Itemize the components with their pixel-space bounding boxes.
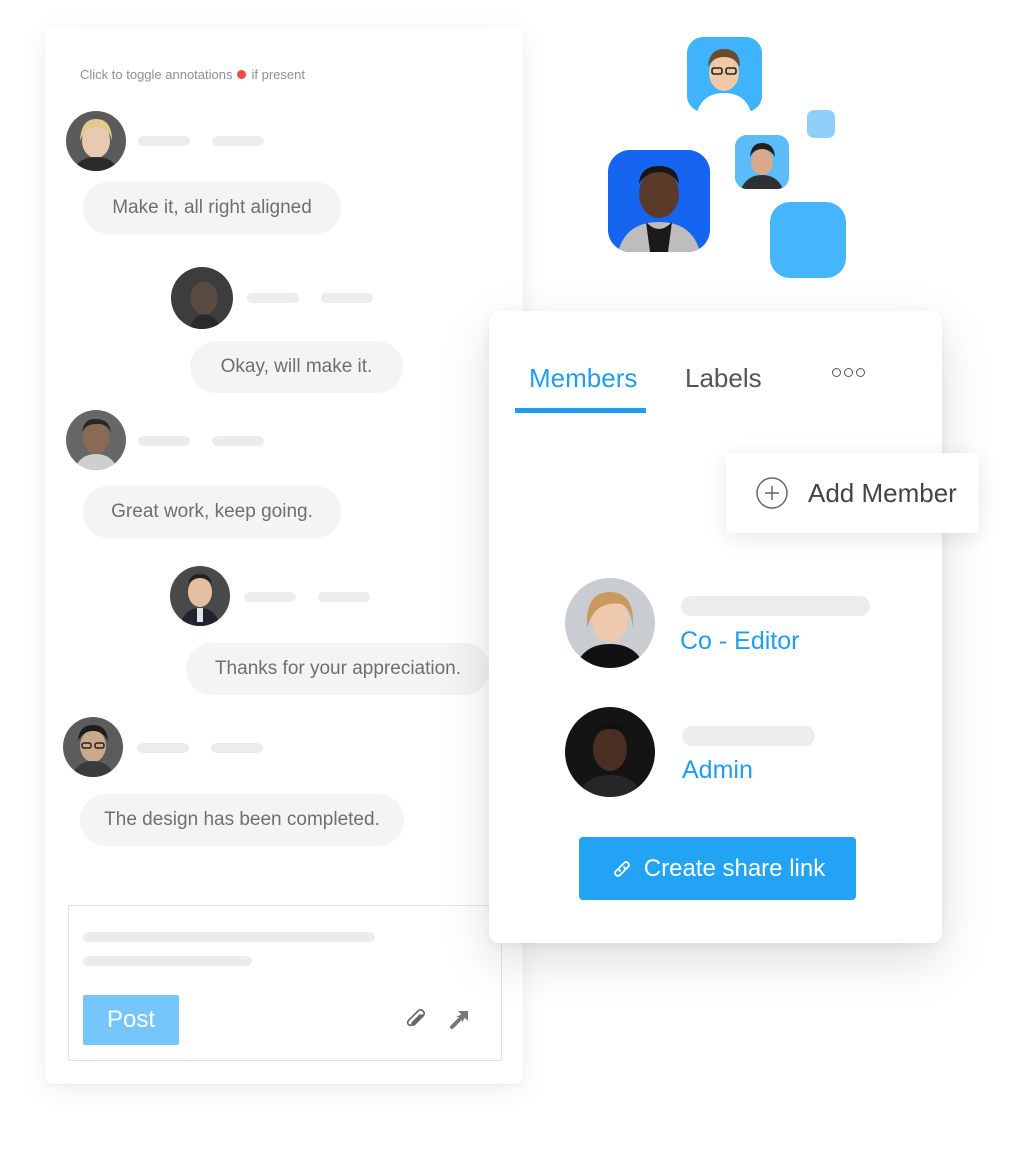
link-icon (613, 860, 630, 877)
name-placeholder (138, 436, 190, 446)
floating-avatar (735, 135, 789, 189)
decorative-blob (770, 202, 846, 278)
annotation-hint-suffix: if present (251, 67, 305, 82)
floating-avatar (687, 37, 762, 112)
name-placeholder (137, 743, 189, 753)
annotation-dot-icon (237, 70, 247, 79)
time-placeholder (211, 743, 263, 753)
message-bubble: Make it, all right aligned (83, 182, 341, 234)
member-role: Admin (682, 756, 753, 784)
message-bubble: Thanks for your appreciation. (186, 643, 490, 695)
message-bubble: The design has been completed. (80, 794, 404, 846)
app-stage: Click to toggle annotations if present M… (0, 0, 1010, 1160)
member-avatar[interactable] (565, 707, 655, 797)
avatar[interactable] (63, 717, 123, 777)
avatar[interactable] (66, 111, 126, 171)
composer-text-placeholder (83, 932, 375, 942)
tab-labels[interactable]: Labels (685, 361, 762, 395)
time-placeholder (318, 592, 370, 602)
create-share-link-label: Create share link (643, 855, 826, 882)
floating-avatar (608, 150, 710, 252)
active-tab-indicator (515, 408, 646, 413)
paperclip-icon[interactable] (403, 1007, 429, 1033)
members-card: Members Labels Co - Editor Admin Create … (489, 311, 942, 943)
avatar[interactable] (66, 410, 126, 470)
annotation-hint-text: Click to toggle annotations (80, 67, 233, 82)
plus-circle-icon (756, 477, 788, 509)
message-bubble: Okay, will make it. (190, 341, 403, 393)
send-arrow-icon[interactable] (447, 1006, 473, 1032)
member-name-placeholder (682, 726, 815, 746)
avatar[interactable] (170, 566, 230, 626)
composer-text-placeholder (83, 956, 252, 966)
name-placeholder (244, 592, 296, 602)
decorative-blob (807, 110, 835, 138)
add-member-button[interactable]: Add Member (726, 453, 979, 533)
member-role: Co - Editor (680, 627, 800, 655)
name-placeholder (247, 293, 299, 303)
annotation-hint[interactable]: Click to toggle annotations if present (80, 67, 305, 82)
add-member-label: Add Member (808, 478, 957, 508)
name-placeholder (138, 136, 190, 146)
chat-panel: Click to toggle annotations if present M… (45, 27, 523, 1084)
message-composer[interactable]: Post (68, 905, 502, 1061)
member-name-placeholder (681, 596, 870, 616)
avatar[interactable] (171, 267, 233, 329)
time-placeholder (212, 136, 264, 146)
create-share-link-button[interactable]: Create share link (579, 837, 856, 900)
post-button[interactable]: Post (83, 995, 179, 1045)
time-placeholder (321, 293, 373, 303)
tab-members[interactable]: Members (529, 361, 637, 395)
message-bubble: Great work, keep going. (83, 486, 341, 538)
more-dots-icon[interactable] (832, 368, 865, 377)
time-placeholder (212, 436, 264, 446)
member-avatar[interactable] (565, 578, 655, 668)
